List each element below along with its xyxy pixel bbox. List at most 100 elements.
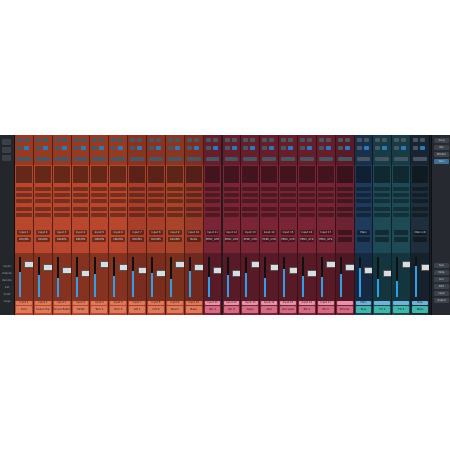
expand-icon[interactable] bbox=[2, 139, 11, 145]
insert-slot[interactable] bbox=[166, 199, 183, 203]
group-tag[interactable]: PERC_GTR bbox=[318, 237, 333, 242]
strip-button[interactable] bbox=[250, 146, 256, 150]
channel-name[interactable]: FX 1 bbox=[374, 306, 391, 313]
strip-button[interactable] bbox=[306, 138, 312, 142]
channel-name[interactable]: Keys bbox=[242, 306, 259, 313]
input-selector[interactable]: Input 4 bbox=[73, 230, 88, 235]
insert-slot[interactable] bbox=[129, 193, 146, 197]
routing-slot[interactable] bbox=[35, 157, 50, 161]
strip-button[interactable] bbox=[382, 138, 388, 142]
right-button-arm[interactable]: Arm bbox=[434, 277, 449, 282]
insert-slot[interactable] bbox=[72, 199, 89, 203]
strip-button[interactable] bbox=[42, 138, 48, 142]
fader-cap[interactable] bbox=[307, 270, 316, 277]
channel-name[interactable]: OH L bbox=[129, 306, 146, 313]
channel-name[interactable]: Tom 2 bbox=[110, 306, 127, 313]
insert-slot[interactable] bbox=[91, 199, 108, 203]
group-tag[interactable]: PERC_GTR bbox=[243, 237, 258, 242]
insert-slot[interactable] bbox=[53, 193, 70, 197]
channel-name[interactable]: Bass bbox=[185, 306, 202, 313]
insert-slot[interactable] bbox=[185, 199, 202, 203]
strip-button[interactable] bbox=[205, 138, 211, 142]
routing-slot[interactable] bbox=[375, 157, 390, 161]
fader-cap[interactable] bbox=[363, 267, 373, 274]
strip-button[interactable] bbox=[193, 138, 199, 142]
strip-button[interactable] bbox=[318, 138, 324, 142]
strip-button[interactable] bbox=[149, 138, 155, 142]
input-selector[interactable] bbox=[337, 230, 352, 235]
group-tag[interactable]: DRUMS bbox=[73, 237, 88, 242]
strip-button[interactable] bbox=[156, 146, 162, 150]
insert-slot[interactable] bbox=[412, 187, 428, 191]
insert-slot[interactable] bbox=[53, 207, 70, 211]
strip-button[interactable] bbox=[269, 146, 275, 150]
insert-slot[interactable] bbox=[355, 213, 372, 217]
channel-color-tab[interactable]: Input 14 bbox=[261, 301, 278, 305]
channel-name[interactable]: Gtr 1 bbox=[204, 306, 221, 313]
insert-slot[interactable] bbox=[110, 193, 127, 197]
right-button-output[interactable]: Output bbox=[434, 298, 449, 303]
insert-slot[interactable] bbox=[72, 213, 89, 217]
insert-slot[interactable] bbox=[242, 199, 259, 203]
fader-cap[interactable] bbox=[213, 267, 222, 274]
insert-slot[interactable] bbox=[72, 193, 89, 197]
insert-slot[interactable] bbox=[412, 193, 428, 197]
strip-button[interactable] bbox=[35, 146, 41, 150]
insert-slot[interactable] bbox=[298, 193, 315, 197]
channel-color-tab[interactable]: Input 10 bbox=[185, 301, 202, 305]
routing-slot[interactable] bbox=[299, 157, 314, 161]
eq-display[interactable] bbox=[204, 166, 221, 183]
channel-name[interactable]: Vox Lead bbox=[280, 306, 296, 313]
insert-slot[interactable] bbox=[129, 207, 146, 211]
strip-button[interactable] bbox=[111, 146, 117, 150]
insert-slot[interactable] bbox=[204, 187, 221, 191]
strip-button[interactable] bbox=[137, 138, 143, 142]
routing-slot[interactable] bbox=[262, 157, 277, 161]
channel-color-tab[interactable] bbox=[336, 301, 353, 305]
strip-button[interactable] bbox=[375, 138, 381, 142]
strip-button[interactable] bbox=[156, 138, 162, 142]
strip-button[interactable] bbox=[231, 138, 237, 142]
insert-slot[interactable] bbox=[317, 199, 334, 203]
strip-button[interactable] bbox=[193, 146, 199, 150]
insert-slot[interactable] bbox=[280, 187, 296, 191]
strip-button[interactable] bbox=[337, 138, 343, 142]
routing-slot[interactable] bbox=[92, 157, 107, 161]
right-button-monitor[interactable]: Monitor bbox=[434, 152, 449, 157]
eq-display[interactable] bbox=[374, 166, 391, 183]
insert-slot[interactable] bbox=[148, 207, 164, 211]
channel-color-tab[interactable]: Input 6 bbox=[110, 301, 127, 305]
eq-display[interactable] bbox=[223, 166, 240, 183]
insert-slot[interactable] bbox=[53, 187, 70, 191]
channel-color-tab[interactable]: Input 15 bbox=[280, 301, 296, 305]
input-selector[interactable]: Input 3 bbox=[54, 230, 69, 235]
left-bar-label[interactable]: Outputs bbox=[1, 272, 13, 275]
input-selector[interactable]: Input 15 bbox=[281, 230, 295, 235]
insert-slot[interactable] bbox=[34, 213, 51, 217]
insert-slot[interactable] bbox=[110, 199, 127, 203]
channel-name[interactable]: BV 2 bbox=[317, 306, 334, 313]
group-tag[interactable] bbox=[337, 237, 352, 242]
channel-color-tab[interactable]: Input 3 bbox=[53, 301, 70, 305]
fader-cap[interactable] bbox=[156, 270, 165, 277]
insert-slot[interactable] bbox=[223, 199, 240, 203]
strip-button[interactable] bbox=[167, 138, 173, 142]
input-selector[interactable]: Input 13 bbox=[243, 230, 258, 235]
routing-slot[interactable] bbox=[111, 157, 126, 161]
insert-slot[interactable] bbox=[110, 207, 127, 211]
group-tag[interactable]: PERC_GTR bbox=[224, 237, 239, 242]
group-tag[interactable] bbox=[356, 237, 371, 242]
insert-slot[interactable] bbox=[91, 207, 108, 211]
input-selector[interactable]: Input 10 bbox=[186, 230, 201, 235]
input-selector[interactable]: Input 17 bbox=[318, 230, 333, 235]
right-button-main[interactable]: Main bbox=[434, 159, 449, 164]
routing-slot[interactable] bbox=[149, 157, 163, 161]
fader-cap[interactable] bbox=[326, 261, 335, 268]
strip-button[interactable] bbox=[111, 138, 117, 142]
strip-button[interactable] bbox=[186, 146, 192, 150]
group-tag[interactable]: DRUMS bbox=[167, 237, 182, 242]
strip-button[interactable] bbox=[17, 138, 22, 142]
input-selector[interactable]: Input 6 bbox=[111, 230, 126, 235]
insert-slot[interactable] bbox=[374, 207, 391, 211]
insert-slot[interactable] bbox=[185, 187, 202, 191]
